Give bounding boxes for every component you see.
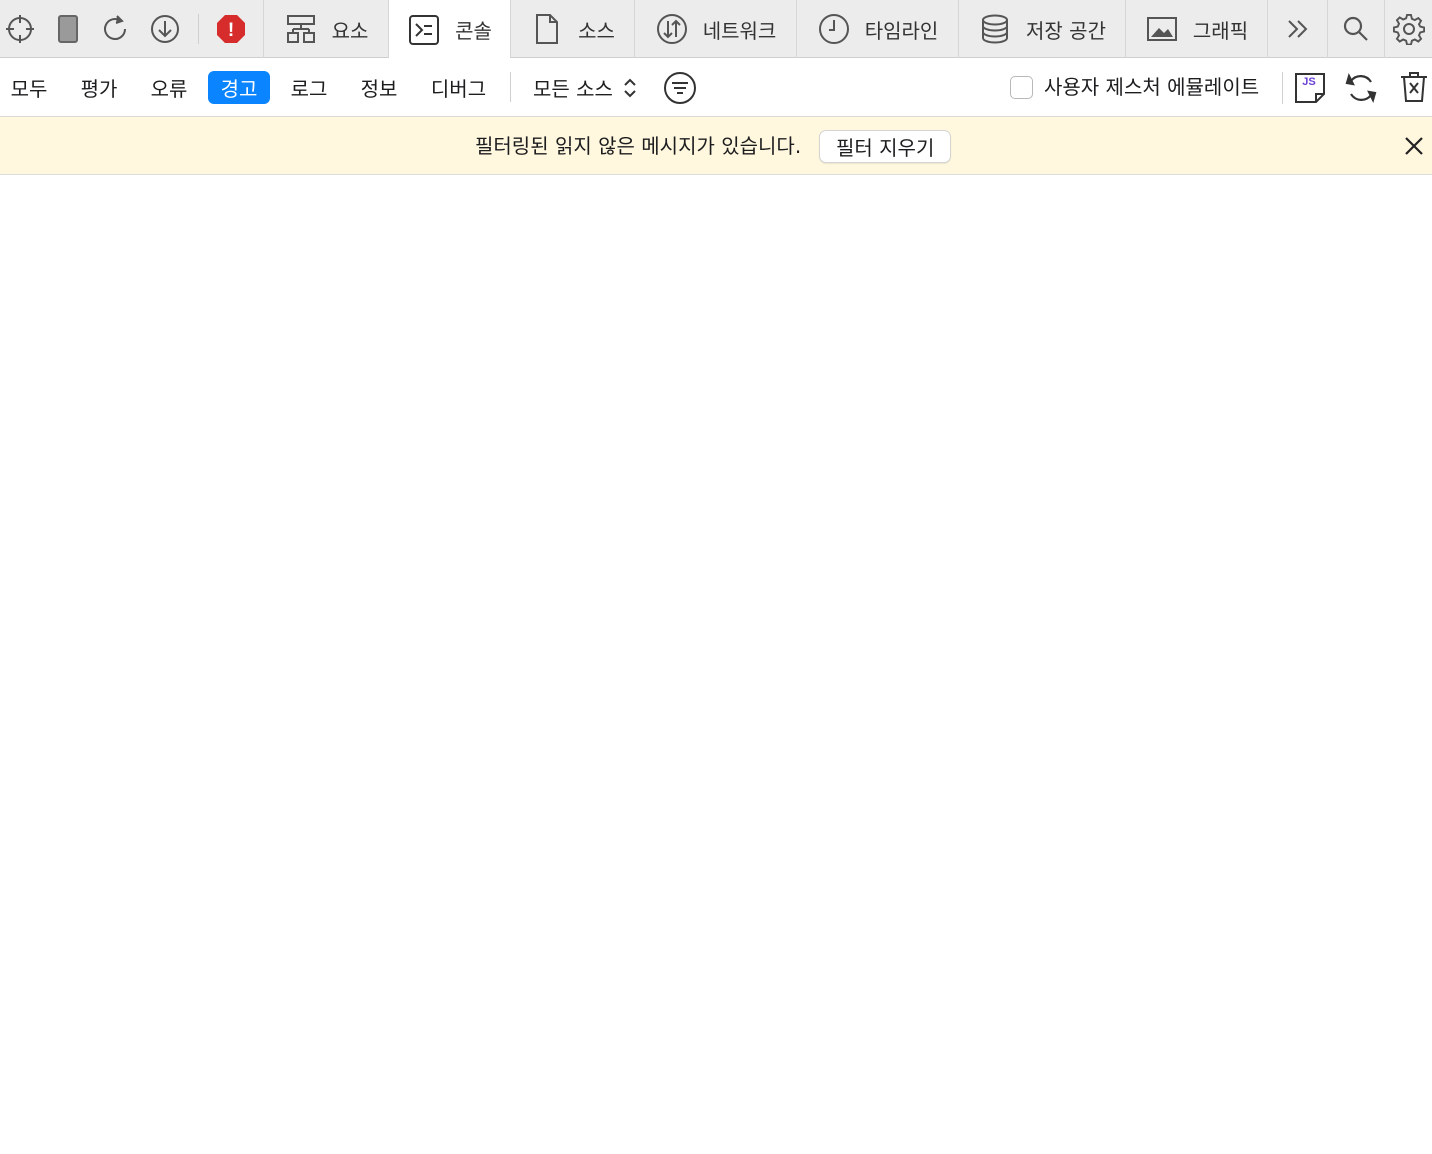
settings-icon[interactable]	[1384, 0, 1432, 58]
tab-label: 저장 공간	[1026, 18, 1106, 43]
tab-label: 콘솔	[455, 19, 492, 43]
elements-icon	[284, 12, 318, 46]
filter-debugs[interactable]: 디버그	[420, 71, 497, 104]
preserve-log-icon[interactable]	[1344, 71, 1378, 105]
console-output[interactable]	[0, 175, 1432, 1154]
filter-evaluations[interactable]: 평가	[69, 71, 129, 104]
tab-label: 그래픽	[1192, 18, 1249, 43]
filter-logs[interactable]: 로그	[279, 71, 339, 104]
tab-console[interactable]: 콘솔	[388, 0, 510, 59]
more-tabs-icon[interactable]	[1267, 0, 1327, 58]
emulate-gesture-label[interactable]: 사용자 제스처 에뮬레이트	[1044, 72, 1259, 102]
js-snippet-icon[interactable]: JS	[1294, 72, 1326, 104]
filter-warnings[interactable]: 경고	[208, 71, 270, 104]
filter-info[interactable]: 정보	[349, 71, 409, 104]
banner-message: 필터링된 읽지 않은 메시지가 있습니다.	[475, 134, 802, 158]
filter-divider	[1282, 72, 1283, 104]
network-icon	[655, 12, 689, 46]
tab-graphics[interactable]: 그래픽	[1125, 0, 1267, 58]
devtools-tab-bar: ! 요소 콘솔 소스 네트워크 타임라인 저장 공간 그래픽	[0, 0, 1432, 59]
error-badge-text: !	[228, 20, 234, 41]
filter-all[interactable]: 모두	[0, 71, 58, 104]
tab-label: 소스	[578, 18, 615, 43]
reload-icon[interactable]	[98, 0, 132, 58]
tab-label: 요소	[331, 18, 369, 43]
tab-label: 타임라인	[864, 18, 939, 43]
emulate-gesture-checkbox[interactable]	[1010, 76, 1033, 99]
tab-network[interactable]: 네트워크	[634, 0, 796, 58]
tab-elements[interactable]: 요소	[263, 0, 388, 58]
source-select-label: 모든 소스	[533, 77, 613, 101]
graphics-icon	[1145, 12, 1179, 46]
js-badge: JS	[1302, 76, 1315, 88]
crosshair-icon[interactable]	[2, 0, 38, 58]
filter-divider	[510, 72, 511, 102]
device-icon[interactable]	[52, 0, 84, 58]
filter-errors[interactable]: 오류	[139, 71, 199, 104]
storage-icon	[978, 12, 1012, 46]
search-icon[interactable]	[1327, 0, 1384, 58]
tab-timeline[interactable]: 타임라인	[796, 0, 958, 58]
clear-console-icon[interactable]	[1398, 70, 1430, 104]
tab-label: 네트워크	[702, 18, 777, 43]
timeline-icon	[817, 12, 851, 46]
filtered-messages-banner: 필터링된 읽지 않은 메시지가 있습니다. 필터 지우기	[0, 117, 1432, 175]
sources-icon	[530, 12, 564, 46]
clear-filters-button[interactable]: 필터 지우기	[819, 130, 952, 163]
tab-storage[interactable]: 저장 공간	[958, 0, 1125, 58]
filter-options-icon[interactable]	[663, 71, 697, 105]
download-icon[interactable]	[148, 0, 182, 58]
tab-sources[interactable]: 소스	[510, 0, 634, 58]
toolbar-divider	[198, 14, 199, 44]
console-icon	[407, 13, 441, 47]
source-select[interactable]: 모든 소스	[533, 71, 637, 104]
close-icon[interactable]	[1402, 134, 1426, 158]
chevron-updown-icon	[623, 76, 637, 100]
error-badge-icon[interactable]: !	[215, 0, 247, 58]
